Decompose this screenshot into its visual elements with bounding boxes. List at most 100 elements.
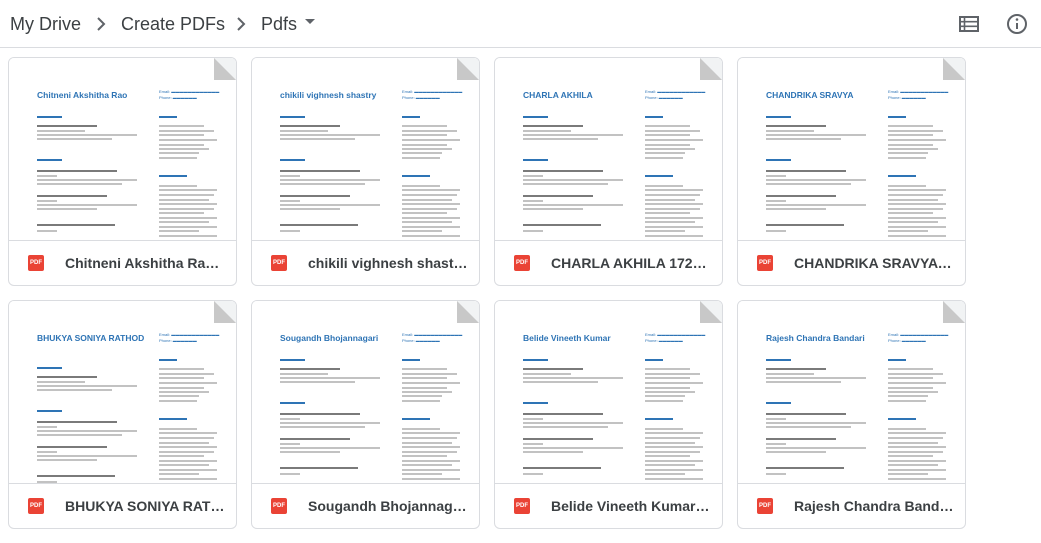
preview-text-line — [402, 455, 447, 457]
preview-text-line — [280, 125, 340, 127]
file-thumbnail[interactable]: Belide Vineeth Kumar Email: ▬▬▬▬▬▬▬▬▬▬▬▬… — [495, 301, 722, 483]
preview-text-line — [766, 381, 841, 383]
preview-text-line — [645, 139, 703, 141]
preview-text-line — [280, 373, 328, 375]
preview-text-line — [523, 179, 623, 181]
preview-text-line — [766, 402, 791, 404]
file-name: chikili vighnesh shastry 1... — [308, 255, 468, 271]
list-view-icon[interactable] — [957, 12, 981, 36]
preview-text-line — [159, 368, 204, 370]
file-thumbnail[interactable]: BHUKYA SONIYA RATHOD Email: ▬▬▬▬▬▬▬▬▬▬▬▬… — [9, 301, 236, 483]
file-card-2[interactable]: chikili vighnesh shastry Email: ▬▬▬▬▬▬▬▬… — [251, 57, 480, 286]
preview-text-line — [523, 224, 601, 226]
preview-contact: Email: ▬▬▬▬▬▬▬▬▬▬▬▬ Phone: ▬▬▬▬▬▬ — [888, 332, 949, 343]
file-footer: PDF Chitneni Akshitha Rao 17... — [9, 240, 236, 285]
preview-text-line — [402, 437, 457, 439]
preview-text-line — [645, 134, 690, 136]
preview-text-line — [37, 430, 137, 432]
preview-text-line — [402, 469, 460, 471]
preview-text-line — [888, 230, 928, 232]
caret-down-icon[interactable] — [305, 19, 315, 24]
breadcrumb-pdfs[interactable]: Pdfs — [261, 12, 297, 36]
preview-text-line — [523, 125, 583, 127]
preview-text-line — [888, 478, 946, 480]
file-card-6[interactable]: Sougandh Bhojannagari Email: ▬▬▬▬▬▬▬▬▬▬▬… — [251, 300, 480, 529]
preview-text-line — [402, 464, 452, 466]
file-thumbnail[interactable]: Sougandh Bhojannagari Email: ▬▬▬▬▬▬▬▬▬▬▬… — [252, 301, 479, 483]
preview-text-line — [402, 139, 460, 141]
file-card-1[interactable]: Chitneni Akshitha Rao Email: ▬▬▬▬▬▬▬▬▬▬▬… — [8, 57, 237, 286]
breadcrumb-my-drive[interactable]: My Drive — [10, 12, 81, 36]
file-card-4[interactable]: CHANDRIKA SRAVYA Email: ▬▬▬▬▬▬▬▬▬▬▬▬ Pho… — [737, 57, 966, 286]
preview-text-line — [402, 194, 457, 196]
preview-text-line — [523, 438, 593, 440]
preview-text-line — [37, 130, 85, 132]
preview-text-line — [280, 473, 300, 475]
preview-text-line — [766, 204, 866, 206]
preview-text-line — [888, 226, 946, 228]
file-card-8[interactable]: Rajesh Chandra Bandari Email: ▬▬▬▬▬▬▬▬▬▬… — [737, 300, 966, 529]
preview-text-line — [645, 226, 703, 228]
document-preview: Belide Vineeth Kumar Email: ▬▬▬▬▬▬▬▬▬▬▬▬… — [495, 301, 722, 483]
preview-text-line — [888, 446, 946, 448]
preview-text-line — [159, 451, 214, 453]
preview-text-line — [645, 199, 695, 201]
breadcrumb-create-pdfs[interactable]: Create PDFs — [121, 12, 225, 36]
pdf-icon: PDF — [514, 255, 530, 271]
preview-text-line — [645, 455, 690, 457]
preview-text-line — [280, 204, 380, 206]
preview-text-line — [645, 152, 685, 154]
file-thumbnail[interactable]: CHARLA AKHILA Email: ▬▬▬▬▬▬▬▬▬▬▬▬ Phone:… — [495, 58, 722, 240]
preview-text-line — [402, 148, 452, 150]
info-icon[interactable] — [1005, 12, 1029, 36]
preview-text-line — [766, 175, 786, 177]
preview-text-line — [645, 432, 703, 434]
preview-text-line — [37, 138, 112, 140]
preview-text-line — [645, 387, 690, 389]
preview-text-line — [159, 359, 177, 361]
preview-text-line — [523, 418, 543, 420]
preview-text-line — [402, 203, 460, 205]
file-thumbnail[interactable]: Rajesh Chandra Bandari Email: ▬▬▬▬▬▬▬▬▬▬… — [738, 301, 965, 483]
preview-name: Belide Vineeth Kumar — [523, 333, 611, 343]
pdf-icon: PDF — [271, 498, 287, 514]
file-thumbnail[interactable]: chikili vighnesh shastry Email: ▬▬▬▬▬▬▬▬… — [252, 58, 479, 240]
preview-text-line — [523, 402, 548, 404]
preview-text-line — [280, 208, 340, 210]
file-card-3[interactable]: CHARLA AKHILA Email: ▬▬▬▬▬▬▬▬▬▬▬▬ Phone:… — [494, 57, 723, 286]
preview-text-line — [523, 130, 571, 132]
page-fold — [943, 58, 965, 80]
preview-text-line — [523, 377, 623, 379]
preview-text-line — [159, 139, 217, 141]
preview-text-line — [645, 460, 703, 462]
preview-text-line — [888, 185, 926, 187]
preview-text-line — [523, 447, 623, 449]
preview-text-line — [523, 422, 623, 424]
file-card-7[interactable]: Belide Vineeth Kumar Email: ▬▬▬▬▬▬▬▬▬▬▬▬… — [494, 300, 723, 529]
preview-text-line — [766, 443, 786, 445]
preview-text-line — [280, 159, 305, 161]
preview-text-line — [37, 159, 62, 161]
preview-text-line — [402, 189, 460, 191]
preview-text-line — [37, 116, 62, 118]
preview-text-line — [523, 359, 548, 361]
preview-text-line — [280, 224, 358, 226]
preview-text-line — [766, 230, 786, 232]
preview-text-line — [402, 125, 447, 127]
file-thumbnail[interactable]: CHANDRIKA SRAVYA Email: ▬▬▬▬▬▬▬▬▬▬▬▬ Pho… — [738, 58, 965, 240]
preview-name: Rajesh Chandra Bandari — [766, 333, 865, 343]
preview-text-line — [888, 175, 916, 177]
preview-text-line — [402, 451, 457, 453]
preview-text-line — [888, 203, 946, 205]
preview-text-line — [766, 359, 791, 361]
preview-text-line — [888, 428, 926, 430]
file-name: Sougandh Bhojannagari 1... — [308, 498, 468, 514]
preview-text-line — [888, 199, 938, 201]
preview-text-line — [402, 212, 447, 214]
file-thumbnail[interactable]: Chitneni Akshitha Rao Email: ▬▬▬▬▬▬▬▬▬▬▬… — [9, 58, 236, 240]
preview-text-line — [888, 437, 943, 439]
preview-text-line — [645, 116, 663, 118]
preview-text-line — [280, 402, 305, 404]
preview-text-line — [159, 185, 197, 187]
file-card-5[interactable]: BHUKYA SONIYA RATHOD Email: ▬▬▬▬▬▬▬▬▬▬▬▬… — [8, 300, 237, 529]
